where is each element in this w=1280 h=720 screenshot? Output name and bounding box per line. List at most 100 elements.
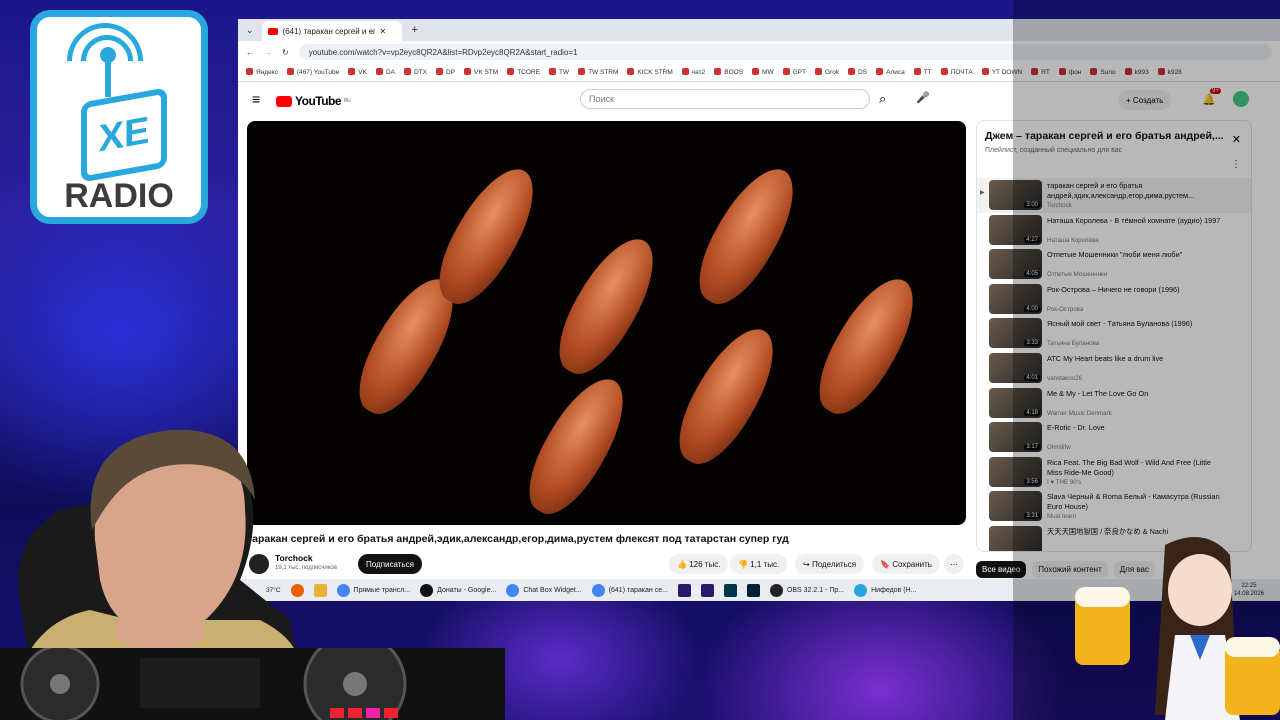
menu-icon[interactable]: ≡ — [252, 91, 260, 107]
bookmarks-bar: Яндекс (467) YouTube VK DA DTX DP VK STM… — [238, 63, 1280, 82]
playlist-thumbnail[interactable]: 3:00 — [989, 180, 1042, 210]
close-playlist-icon[interactable]: ✕ — [1232, 133, 1241, 146]
bookmark-item[interactable]: VK — [348, 68, 367, 76]
bookmark-item[interactable]: VK STM — [464, 68, 498, 76]
bookmark-item[interactable]: DTX — [404, 68, 427, 76]
bookmark-item[interactable]: KICK STRM — [627, 68, 672, 76]
bookmark-item[interactable]: TW — [549, 68, 569, 76]
thumb-down-icon: 👎 — [738, 559, 748, 569]
bookmark-item[interactable]: Grok — [815, 68, 839, 76]
playlist-thumbnail[interactable]: 4:00 — [989, 283, 1042, 314]
bookmark-item[interactable]: RT — [1031, 68, 1050, 76]
playlist-item[interactable]: 3:17 E-Rotic - Dr. Love Ohmilifw — [977, 420, 1251, 455]
playlist-item[interactable]: 4:27 Наташа Королева - В тёмной комнате (… — [977, 213, 1251, 248]
bookmark-item[interactable]: TCORE — [507, 68, 540, 76]
url-field[interactable]: youtube.com/watch?v=vp2eyc8QR2A&list=RDv… — [298, 44, 1272, 60]
save-button[interactable]: 🔖 Сохранить — [872, 554, 940, 574]
streamer-webcam — [18, 429, 300, 670]
share-button[interactable]: ↪ Поделиться — [795, 554, 865, 574]
tab-strip: ⌄ (641) таракан сергей и его брать ✕ + — [238, 19, 1280, 41]
playlist-thumbnail[interactable]: 3:17 — [989, 422, 1042, 453]
playlist-item[interactable]: 3:31 Slava Черный & Roma Белый - Камасутр… — [977, 489, 1251, 524]
bookmark-item[interactable]: DP — [436, 68, 455, 76]
bookmark-item[interactable]: Suno — [1090, 68, 1115, 76]
bookmark-item[interactable]: чат2 — [682, 68, 705, 76]
avatar[interactable] — [1233, 91, 1249, 107]
taskbar-app-obs[interactable]: OBS 32.2.1 - Пр... — [769, 583, 844, 597]
duration-badge: 3:17 — [1024, 444, 1040, 451]
video-player[interactable] — [247, 121, 966, 525]
back-icon[interactable]: ← — [246, 48, 254, 57]
photoshop-icon[interactable] — [746, 583, 760, 597]
playlist-thumbnail[interactable]: 4:01 — [989, 352, 1042, 383]
duration-badge: 4:27 — [1024, 236, 1040, 243]
taskbar-app-telegram[interactable]: Нифедов (Н... — [854, 583, 916, 597]
taskbar-app-chrome[interactable]: (641) таракан се... — [591, 583, 668, 597]
bookmark-item[interactable]: DA — [376, 68, 395, 76]
bookmark-item[interactable]: MW — [752, 68, 774, 76]
premiere-icon[interactable] — [700, 583, 714, 597]
bookmark-item[interactable]: ПОЧТА — [941, 68, 973, 76]
bookmark-item[interactable]: BOOS — [714, 68, 743, 76]
search-icon[interactable]: ⌕ — [879, 91, 886, 107]
taskbar-app-x[interactable]: Донаты - Google... — [420, 583, 496, 597]
search-input[interactable]: Поиск — [580, 89, 870, 109]
playlist-item[interactable]: 4:18 Me & My - Let The Love Go On Warner M… — [977, 386, 1251, 421]
playlist-thumbnail[interactable]: 3:31 — [989, 491, 1042, 522]
bookmark-item[interactable]: Алиса — [876, 68, 905, 76]
playlist-item[interactable]: 4:00 Рок-Острова – Ничего не говори (1996… — [977, 282, 1251, 317]
close-tab-icon[interactable]: ✕ — [380, 27, 387, 36]
bookmark-item[interactable]: GPT — [783, 68, 806, 76]
playlist-thumbnail[interactable]: 4:27 — [989, 214, 1042, 245]
playlist-item[interactable]: ▶ 3:00 таракан сергей и его братья андрей,… — [977, 178, 1251, 213]
audition-icon[interactable] — [723, 583, 737, 597]
taskbar-app-chrome[interactable]: Chat Box Widget... — [506, 583, 582, 597]
browser-tab-active[interactable]: (641) таракан сергей и его брать ✕ — [261, 21, 402, 41]
bookmark-item[interactable]: TW STRM — [578, 68, 618, 76]
bookmark-item[interactable]: k993 — [1125, 68, 1149, 76]
premiere-icon[interactable] — [677, 583, 691, 597]
playlist-item[interactable]: 4:05 Отпетые Мошенники "люби меня люби" От… — [977, 247, 1251, 282]
bookmark-item[interactable]: TT — [914, 68, 932, 76]
video-frame-roach — [543, 226, 671, 386]
playlist-item[interactable]: 3:56 Rica Feat. The Big Bad Wolf - Wild A… — [977, 455, 1251, 490]
chip-all-videos[interactable]: Все видео — [976, 561, 1027, 578]
playlist-thumbnail[interactable]: 4:05 — [989, 249, 1042, 280]
more-actions-button[interactable]: ⋯ — [944, 554, 964, 574]
playlist-thumbnail[interactable]: 4:18 — [989, 387, 1042, 418]
playlist-item-title: ATC My Heart beats like a drum live — [1047, 353, 1164, 363]
subscribe-button[interactable]: Подписаться — [358, 554, 422, 574]
like-button[interactable]: 👍 126 тыс. — [669, 554, 729, 574]
taskbar-app-chrome[interactable]: Прямые трансл... — [336, 583, 410, 597]
playlist-item-title: таракан сергей и его братья андрей,эдик,… — [1047, 181, 1195, 200]
playlist-item[interactable]: 3:33 Ясный мой свет - Татьяна Буланова (1… — [977, 316, 1251, 351]
reload-icon[interactable]: ↻ — [282, 48, 289, 57]
bookmark-item[interactable]: (467) YouTube — [287, 68, 339, 76]
bell-icon[interactable]: 🔔 — [1202, 93, 1216, 106]
playlist-item[interactable]: 4:01 ATC My Heart beats like a drum live v… — [977, 351, 1251, 386]
bookmark-item[interactable]: фон — [1059, 68, 1082, 76]
xe-radio-logo: XE RADIO — [30, 7, 208, 224]
playlist-menu-icon[interactable]: ⋮ — [1231, 159, 1241, 170]
forward-icon[interactable]: → — [264, 48, 272, 57]
playlist-item-title: Slava Черный & Roma Белый - Камасутра (R… — [1047, 492, 1220, 512]
youtube-logo[interactable]: YouTube RU — [276, 94, 351, 108]
playlist-thumbnail[interactable] — [989, 525, 1042, 551]
playlist-subtitle: Плейлист, созданный специально для вас — [985, 147, 1123, 154]
tab-list-icon[interactable]: ⌄ — [246, 25, 254, 36]
playlist-thumbnail[interactable]: 3:33 — [989, 318, 1042, 349]
playlist-item-title: E-Rotic - Dr. Love — [1047, 423, 1105, 433]
bookmark-item[interactable]: Яндекс — [246, 68, 278, 76]
bookmark-item[interactable]: YT DOWN — [982, 68, 1023, 76]
bookmark-item[interactable]: k928 — [1158, 68, 1182, 76]
playlist-thumbnail[interactable]: 3:56 — [989, 456, 1042, 487]
bookmark-item[interactable]: DS — [848, 68, 867, 76]
dislike-button[interactable]: 👎 1,1 тыс. — [730, 554, 788, 574]
youtube-favicon-icon — [267, 27, 278, 35]
folder-icon[interactable] — [313, 583, 327, 597]
new-tab-button[interactable]: + — [412, 24, 418, 36]
video-frame-roach — [513, 366, 641, 525]
playlist-title: Джем – таракан сергей и его братья андре… — [985, 130, 1224, 142]
microphone-icon[interactable]: 🎤 — [916, 91, 930, 104]
create-button[interactable]: + Создать — [1118, 90, 1172, 110]
